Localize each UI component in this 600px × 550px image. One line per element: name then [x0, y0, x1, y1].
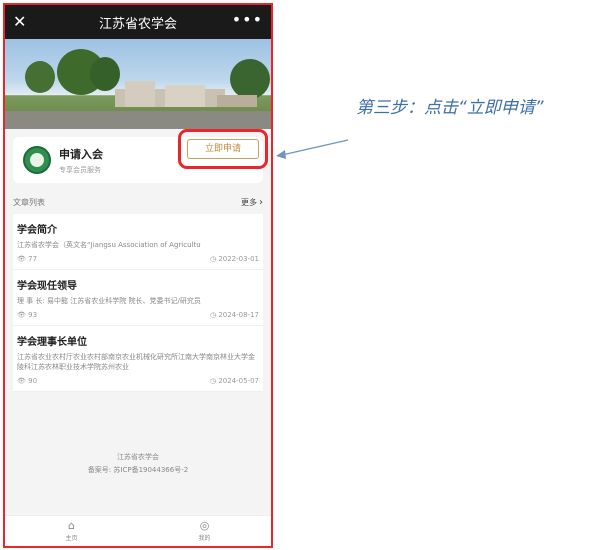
annotation-text: 第三步：点击“立即申请”	[356, 98, 544, 118]
annotation-arrow	[276, 139, 349, 159]
